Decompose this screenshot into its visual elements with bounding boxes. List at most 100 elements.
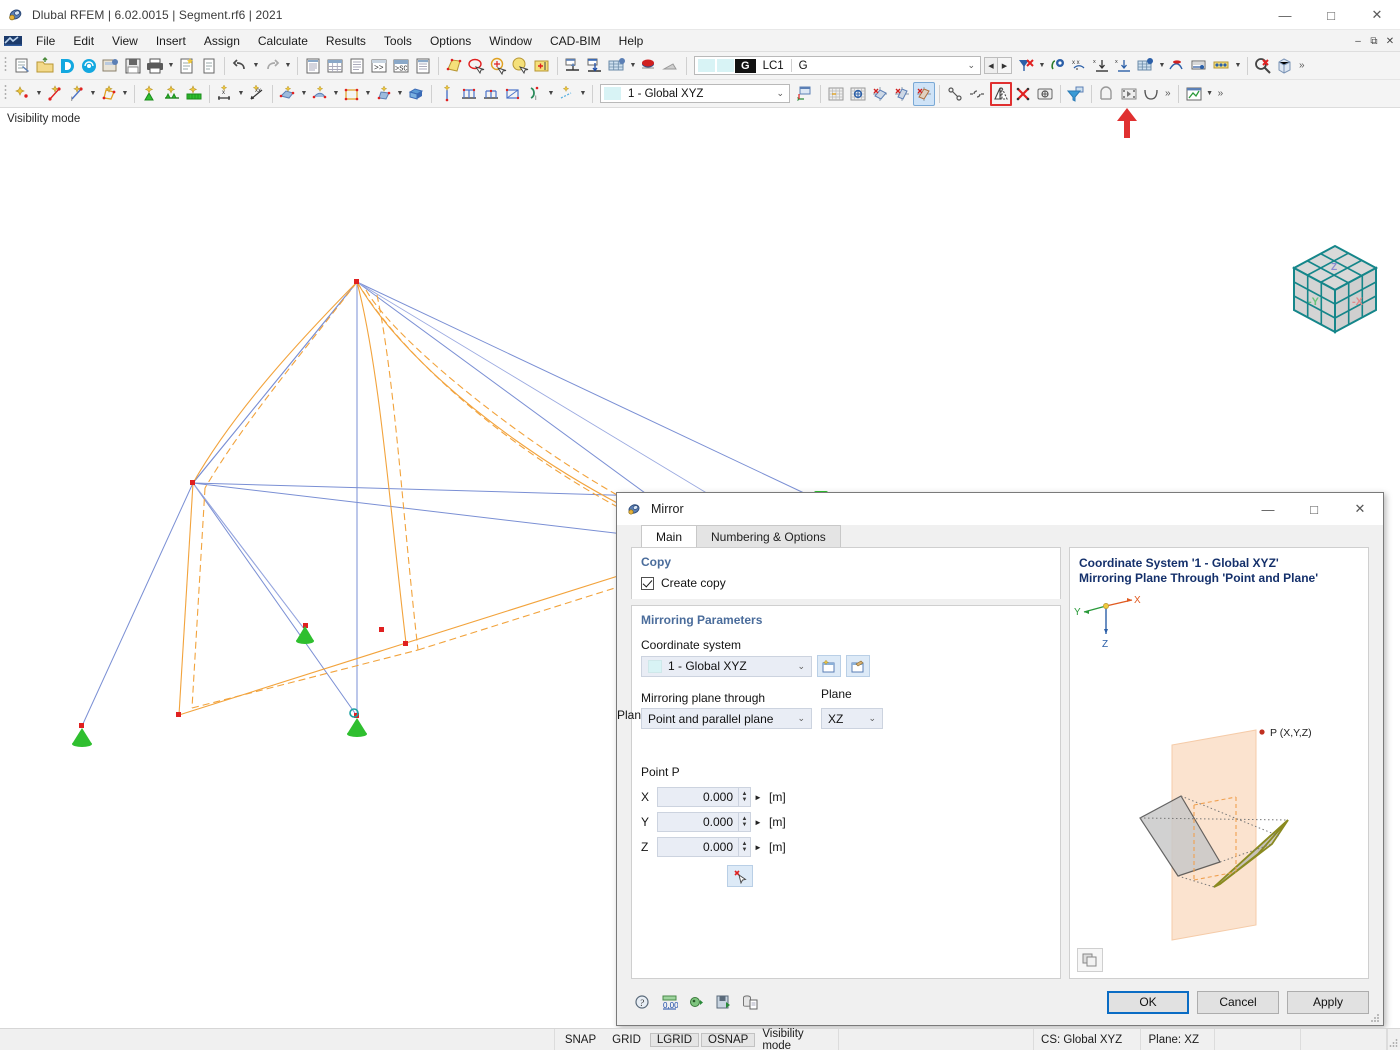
point-p-z-expand-button[interactable]: ► <box>751 837 765 857</box>
add-selection-icon[interactable] <box>531 54 553 78</box>
result-max-icon[interactable]: x <box>1113 54 1135 78</box>
point-p-y-stepper[interactable]: ▲ ▼ <box>739 812 751 832</box>
view-xz-plane-icon[interactable] <box>913 81 935 106</box>
zoom-reset-icon[interactable] <box>1252 54 1274 78</box>
dlubal-center-icon[interactable] <box>56 54 78 78</box>
coordinate-system-select[interactable]: 1 - Global XYZ ⌄ <box>641 655 812 677</box>
delete-object-icon[interactable] <box>1012 82 1034 106</box>
edit-coordinate-system-icon[interactable] <box>794 82 816 106</box>
redo-icon[interactable] <box>261 54 283 78</box>
help-button[interactable]: ? <box>631 991 654 1013</box>
dialog-minimize-button[interactable]: — <box>1245 493 1291 525</box>
list-view-icon[interactable] <box>346 54 368 78</box>
minimize-button[interactable]: — <box>1262 0 1308 30</box>
point-p-x-input[interactable]: 0.000 <box>657 787 739 807</box>
mdi-close-button[interactable]: ✕ <box>1382 32 1398 50</box>
create-copy-row[interactable]: Create copy <box>632 572 1060 599</box>
point-p-y-expand-button[interactable]: ► <box>751 812 765 832</box>
plane-select[interactable]: XZ ⌄ <box>821 708 883 729</box>
dialog-close-button[interactable]: ✕ <box>1337 493 1383 525</box>
printout-report-icon[interactable] <box>176 54 198 78</box>
surface-load-caret[interactable]: ▼ <box>363 82 373 106</box>
statusbar-toggle-grid[interactable]: GRID <box>605 1033 648 1047</box>
snap-settings-icon[interactable] <box>944 82 966 106</box>
select-polygon-icon[interactable] <box>509 54 531 78</box>
new-nodal-support-icon[interactable] <box>139 82 161 106</box>
point-p-y-input[interactable]: 0.000 <box>657 812 739 832</box>
line-hinge-icon[interactable] <box>480 82 502 106</box>
member-hinge-icon[interactable] <box>458 82 480 106</box>
new-member-icon[interactable]: I <box>66 82 88 106</box>
dimension-caret[interactable]: ▼ <box>236 82 246 106</box>
toolbar-overflow-icon[interactable]: » <box>1162 88 1174 99</box>
point-p-x-stepper[interactable]: ▲ ▼ <box>739 787 751 807</box>
load-case-combo[interactable]: G LC1 G ⌄ <box>694 56 981 75</box>
chevron-down-icon[interactable]: ⌄ <box>797 661 805 672</box>
result-table-caret[interactable]: ▼ <box>1157 54 1167 78</box>
result-colors-caret[interactable]: ▼ <box>1233 54 1243 78</box>
animation-icon[interactable] <box>1118 82 1140 106</box>
chevron-down-icon[interactable]: ⌄ <box>967 60 975 71</box>
statusbar-toggle-osnap[interactable]: OSNAP <box>701 1032 756 1047</box>
mirroring-plane-through-select[interactable]: Point and parallel plane ⌄ <box>641 708 812 729</box>
view-yz-plane-icon[interactable] <box>891 82 913 106</box>
free-load-icon[interactable] <box>405 82 427 106</box>
render-shaded-icon[interactable] <box>638 54 660 78</box>
new-line-icon[interactable] <box>44 82 66 106</box>
toolbar-overflow-icon[interactable]: » <box>1296 60 1308 71</box>
menu-cad-bim[interactable]: CAD-BIM <box>541 30 610 52</box>
menu-calculate[interactable]: Calculate <box>249 30 317 52</box>
tables-icon[interactable] <box>324 54 346 78</box>
deformation-curve-icon[interactable] <box>1140 82 1162 106</box>
undo-dropdown-caret[interactable]: ▼ <box>251 54 261 78</box>
close-button[interactable]: ✕ <box>1354 0 1400 30</box>
imperfection-icon[interactable] <box>436 82 458 106</box>
filter-icon[interactable] <box>1065 82 1087 106</box>
model-settings-icon[interactable] <box>1034 82 1056 106</box>
preview-snapshot-button[interactable] <box>1077 948 1103 972</box>
new-node-caret[interactable]: ▼ <box>34 82 44 106</box>
menu-edit[interactable]: Edit <box>64 30 103 52</box>
new-node-icon[interactable] <box>12 82 34 106</box>
script-console-icon[interactable]: >SC <box>390 54 412 78</box>
chevron-down-icon[interactable]: ⌄ <box>776 88 784 99</box>
protocol-icon[interactable] <box>412 54 434 78</box>
view-xy-plane-icon[interactable] <box>869 82 891 106</box>
redo-dropdown-caret[interactable]: ▼ <box>283 54 293 78</box>
result-min-icon[interactable]: x <box>1091 54 1113 78</box>
menu-help[interactable]: Help <box>610 30 653 52</box>
menu-insert[interactable]: Insert <box>147 30 195 52</box>
dimension-angular-icon[interactable]: xx <box>246 82 268 106</box>
surface-load-icon[interactable] <box>341 82 363 106</box>
toolbar-grip[interactable] <box>4 83 10 104</box>
new-line-support-icon[interactable] <box>161 82 183 106</box>
new-surface-caret[interactable]: ▼ <box>120 82 130 106</box>
mirror-dialog[interactable]: Mirror — □ ✕ Main Numbering & Options Co… <box>616 492 1384 1026</box>
save-settings-button[interactable] <box>712 991 735 1013</box>
point-p-z-stepper[interactable]: ▲ ▼ <box>739 837 751 857</box>
view-navigation-cube[interactable]: -Y -X Z <box>1282 234 1388 343</box>
zoom-fit-cube-icon[interactable] <box>1274 54 1296 78</box>
units-decimal-places-button[interactable]: 0,00 <box>658 991 681 1013</box>
mirror-tool-button[interactable] <box>990 81 1012 106</box>
solid-load-icon[interactable] <box>373 82 395 106</box>
tab-numbering-options[interactable]: Numbering & Options <box>696 525 841 547</box>
model-wizard-icon[interactable] <box>100 54 122 78</box>
mdi-minimize-button[interactable]: – <box>1350 32 1366 50</box>
new-surface-icon[interactable] <box>98 82 120 106</box>
load-case-next-button[interactable]: ▶ <box>998 57 1012 74</box>
select-plane-icon[interactable] <box>443 54 465 78</box>
navigator-icon[interactable] <box>302 54 324 78</box>
nodal-load-caret[interactable]: ▼ <box>299 82 309 106</box>
menu-file[interactable]: File <box>27 30 64 52</box>
dimension-linear-icon[interactable]: x <box>214 82 236 106</box>
result-table-icon[interactable] <box>1135 54 1157 78</box>
menu-assign[interactable]: Assign <box>195 30 249 52</box>
new-model-icon[interactable] <box>12 54 34 78</box>
toolbar-grip[interactable] <box>4 55 10 76</box>
import-settings-button[interactable] <box>685 991 708 1013</box>
menu-options[interactable]: Options <box>421 30 480 52</box>
mdi-restore-button[interactable]: ⧉ <box>1366 32 1382 50</box>
nodal-support-view-icon[interactable] <box>562 54 584 78</box>
select-lasso-icon[interactable] <box>465 54 487 78</box>
